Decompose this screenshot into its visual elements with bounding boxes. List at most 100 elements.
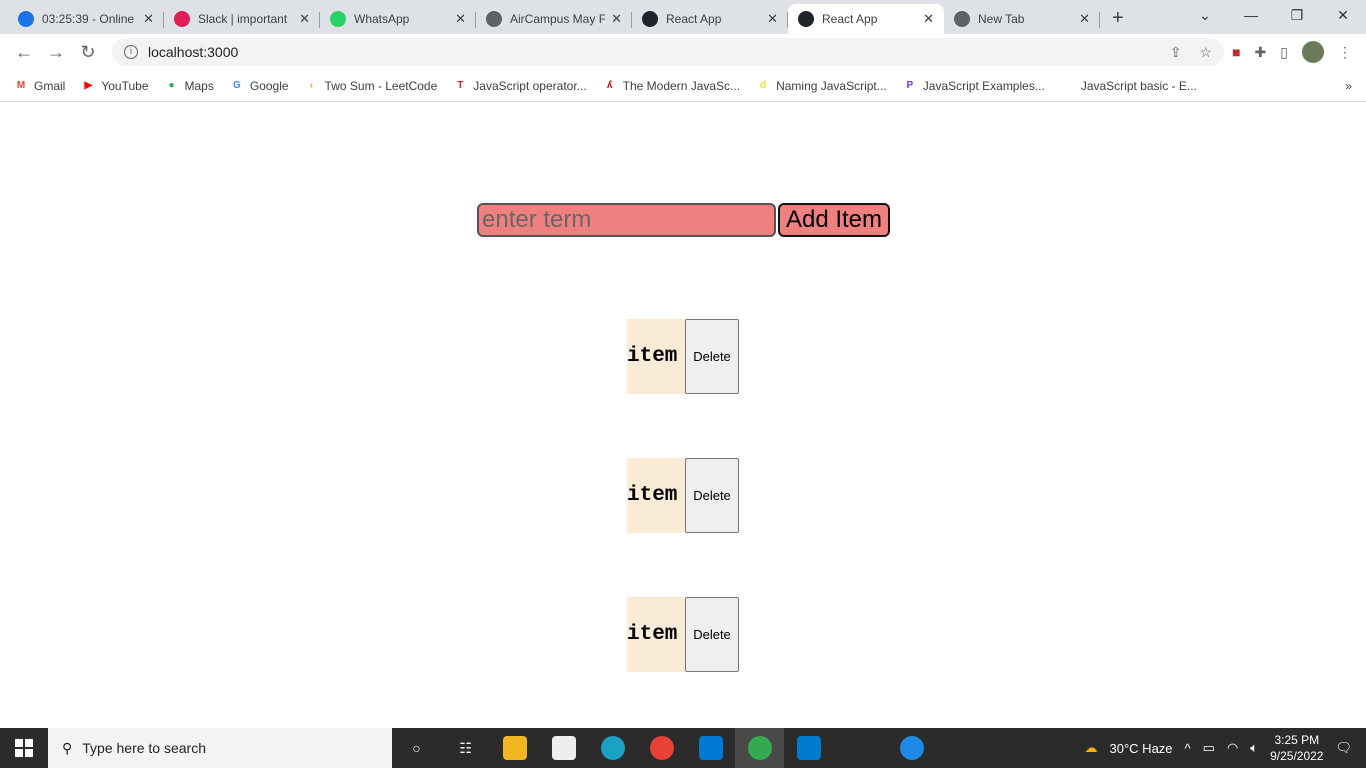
clock[interactable]: 3:25 PM 9/25/2022 bbox=[1270, 732, 1323, 764]
close-tab-icon[interactable]: ✕ bbox=[143, 11, 154, 27]
tab-title: 03:25:39 - Online bbox=[42, 12, 135, 26]
delete-button[interactable]: Delete bbox=[685, 458, 739, 533]
widgets-icon[interactable]: ☷ bbox=[441, 728, 490, 768]
wifi-icon[interactable]: ◠ bbox=[1227, 740, 1238, 756]
tab-title: Slack | important bbox=[198, 12, 288, 26]
chrome-active-icon[interactable] bbox=[735, 728, 784, 768]
weather-text[interactable]: 30°C Haze bbox=[1110, 741, 1173, 756]
bookmark-item[interactable]: JavaScript basic - E... bbox=[1061, 79, 1197, 93]
bookmark-favicon-icon: M bbox=[16, 79, 26, 91]
profile-avatar[interactable] bbox=[1302, 41, 1324, 63]
url-text: localhost:3000 bbox=[148, 44, 239, 60]
page-content: Add Item item Delete item Delete item De… bbox=[0, 103, 1366, 728]
browser-tab[interactable]: WhatsApp ✕ bbox=[320, 4, 476, 34]
bookmark-label: The Modern JavaSc... bbox=[622, 78, 741, 93]
tab-title: React App bbox=[666, 12, 722, 26]
bookmark-item[interactable]: ▶ YouTube bbox=[81, 79, 148, 93]
minimize-button[interactable]: — bbox=[1228, 0, 1274, 30]
menu-icon[interactable]: ⋮ bbox=[1338, 44, 1352, 61]
close-tab-icon[interactable]: ✕ bbox=[1079, 11, 1090, 27]
help-icon[interactable] bbox=[887, 728, 936, 768]
bookmark-item[interactable]: G Google bbox=[230, 79, 289, 93]
bookmark-item[interactable]: ● Maps bbox=[165, 79, 213, 93]
browser-tab[interactable]: AirCampus May F ✕ bbox=[476, 4, 632, 34]
bookmark-favicon-icon: ● bbox=[168, 79, 175, 91]
tray-chevron-icon[interactable]: ^ bbox=[1185, 741, 1191, 756]
forward-button[interactable]: → bbox=[40, 42, 72, 63]
more-bookmarks-icon[interactable]: » bbox=[1345, 79, 1352, 93]
bookmark-item[interactable]: ‹ Two Sum - LeetCode bbox=[305, 79, 437, 93]
window-controls: ⌄ — ❐ ✕ bbox=[1182, 0, 1366, 30]
bookmark-item[interactable]: ʎ The Modern JavaSc... bbox=[603, 79, 740, 93]
bookmark-item[interactable]: T JavaScript operator... bbox=[453, 79, 586, 93]
system-tray: ☁ 30°C Haze ^ ▭ ◠ 🔈︎ 3:25 PM 9/25/2022 🗨… bbox=[1085, 732, 1366, 764]
item-label: item bbox=[627, 319, 685, 394]
bookmark-favicon-icon: G bbox=[232, 79, 241, 91]
close-tab-icon[interactable]: ✕ bbox=[923, 11, 934, 27]
delete-button[interactable]: Delete bbox=[685, 319, 739, 394]
tab-favicon-icon bbox=[954, 11, 970, 27]
weather-icon[interactable]: ☁ bbox=[1085, 740, 1098, 756]
tab-title: New Tab bbox=[978, 12, 1025, 26]
edge-icon[interactable] bbox=[588, 728, 637, 768]
extensions-puzzle-icon[interactable]: ✚ bbox=[1255, 44, 1267, 61]
close-tab-icon[interactable]: ✕ bbox=[767, 11, 778, 27]
bookmark-favicon-icon: ʎ bbox=[606, 79, 613, 91]
item-label: item bbox=[627, 458, 685, 533]
side-panel-icon[interactable]: ▯ bbox=[1280, 44, 1288, 61]
bookmark-item[interactable]: P JavaScript Examples... bbox=[903, 79, 1044, 93]
browser-toolbar: ← → ↻ i localhost:3000 ⇪ ☆ ■ ✚ ▯ ⋮ bbox=[0, 34, 1366, 70]
start-button[interactable] bbox=[0, 739, 48, 757]
list-item: item Delete bbox=[627, 319, 739, 394]
search-placeholder: Type here to search bbox=[82, 740, 207, 756]
share-icon[interactable]: ⇪ bbox=[1170, 44, 1182, 61]
bookmarks-bar: M Gmail ▶ YouTube ● Maps G Google ‹ Two Sum - Lee… bbox=[0, 70, 1366, 102]
address-bar[interactable]: i localhost:3000 ⇪ ☆ bbox=[112, 38, 1225, 66]
new-tab-button[interactable]: + bbox=[1100, 7, 1136, 34]
browser-tab[interactable]: Slack | important ✕ bbox=[164, 4, 320, 34]
tab-title: React App bbox=[822, 12, 878, 26]
back-button[interactable]: ← bbox=[8, 42, 40, 63]
store-icon[interactable] bbox=[539, 728, 588, 768]
close-tab-icon[interactable]: ✕ bbox=[611, 11, 622, 27]
notifications-icon[interactable]: 🗨︎ bbox=[1335, 740, 1352, 756]
restore-button[interactable]: ❐ bbox=[1274, 0, 1320, 30]
windows-icon bbox=[15, 739, 33, 757]
browser-tab[interactable]: 03:25:39 - Online ✕ bbox=[8, 4, 164, 34]
extension-icon[interactable]: ■ bbox=[1232, 44, 1240, 60]
chrome-icon[interactable] bbox=[637, 728, 686, 768]
close-tab-icon[interactable]: ✕ bbox=[455, 11, 466, 27]
bookmark-label: JavaScript basic - E... bbox=[1080, 78, 1197, 93]
taskbar-search[interactable]: ⚲ Type here to search bbox=[48, 728, 392, 768]
browser-tab[interactable]: React App ✕ bbox=[788, 4, 944, 34]
site-info-icon[interactable]: i bbox=[124, 45, 138, 59]
bookmark-favicon-icon bbox=[1061, 79, 1075, 93]
tab-search-icon[interactable]: ⌄ bbox=[1182, 0, 1228, 30]
tab-favicon-icon bbox=[18, 11, 34, 27]
tab-title: WhatsApp bbox=[354, 12, 410, 26]
add-item-button[interactable]: Add Item bbox=[778, 203, 890, 237]
tab-favicon-icon bbox=[486, 11, 502, 27]
bookmark-star-icon[interactable]: ☆ bbox=[1200, 44, 1213, 61]
close-window-button[interactable]: ✕ bbox=[1320, 0, 1366, 30]
task-view-icon[interactable]: ○ bbox=[392, 728, 441, 768]
battery-icon[interactable]: ▭ bbox=[1203, 740, 1215, 756]
mail-icon[interactable] bbox=[686, 728, 735, 768]
tab-title: AirCampus May F bbox=[510, 12, 606, 26]
volume-icon[interactable]: 🔈︎ bbox=[1250, 740, 1258, 756]
tab-favicon-icon bbox=[642, 11, 658, 27]
list-item: item Delete bbox=[627, 597, 739, 672]
bookmark-label: JavaScript operator... bbox=[473, 78, 587, 93]
file-explorer-icon[interactable] bbox=[490, 728, 539, 768]
delete-button[interactable]: Delete bbox=[685, 597, 739, 672]
bookmark-label: YouTube bbox=[101, 78, 149, 93]
vscode-icon[interactable] bbox=[784, 728, 833, 768]
close-tab-icon[interactable]: ✕ bbox=[299, 11, 310, 27]
bookmark-item[interactable]: M Gmail bbox=[14, 79, 66, 93]
reload-button[interactable]: ↻ bbox=[72, 42, 104, 63]
bookmark-item[interactable]: d Naming JavaScript... bbox=[756, 79, 887, 93]
bookmark-favicon-icon: ‹ bbox=[309, 79, 314, 91]
browser-tab[interactable]: React App ✕ bbox=[632, 4, 788, 34]
term-input[interactable] bbox=[477, 203, 776, 237]
browser-tab[interactable]: New Tab ✕ bbox=[944, 4, 1100, 34]
